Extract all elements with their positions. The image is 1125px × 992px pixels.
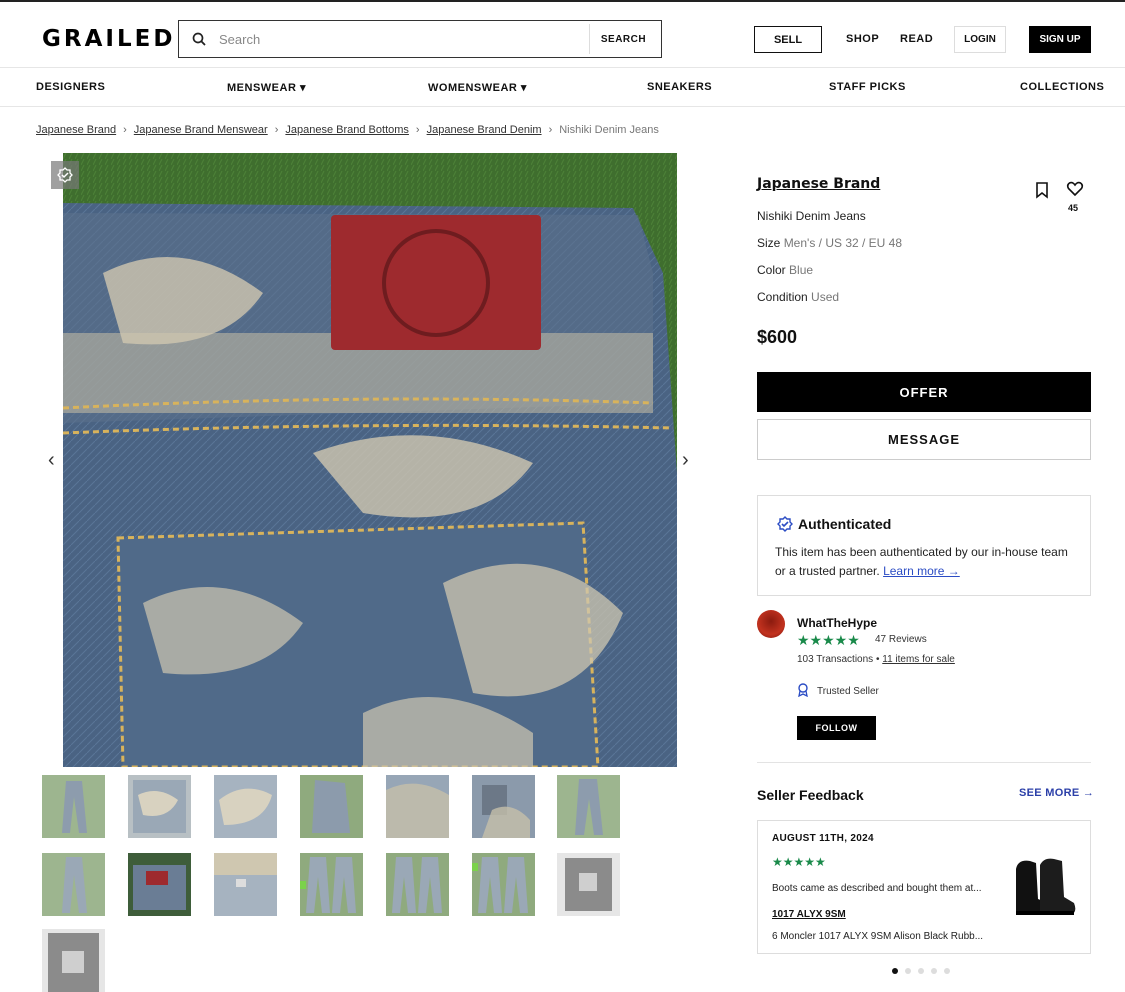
breadcrumb-current: Nishiki Denim Jeans xyxy=(559,124,659,136)
thumbnail[interactable] xyxy=(472,853,535,916)
nav-designers[interactable]: DESIGNERS xyxy=(36,81,105,93)
search-button[interactable]: SEARCH xyxy=(589,24,657,54)
thumbnail[interactable] xyxy=(214,853,277,916)
color-label: Color xyxy=(757,263,786,277)
trusted-seller-ribbon-icon xyxy=(797,683,809,700)
learn-more-link[interactable]: Learn more → xyxy=(883,564,960,578)
prev-image-arrow-icon[interactable]: ‹ xyxy=(48,449,55,472)
color-value: Blue xyxy=(789,263,814,277)
follow-button[interactable]: FOLLOW xyxy=(797,716,876,740)
authenticated-title: Authenticated xyxy=(798,516,892,532)
breadcrumb-link[interactable]: Japanese Brand xyxy=(36,124,116,136)
size-attribute: Size Men's / US 32 / EU 48 xyxy=(757,236,902,250)
feedback-item-image[interactable] xyxy=(1010,851,1080,921)
seller-feedback-title: Seller Feedback xyxy=(757,787,864,803)
bookmark-icon[interactable] xyxy=(1034,181,1050,204)
signup-button[interactable]: SIGN UP xyxy=(1029,26,1091,53)
shop-link[interactable]: SHOP xyxy=(846,33,879,45)
category-nav: DESIGNERS MENSWEAR ▾ WOMENSWEAR ▾ SNEAKE… xyxy=(0,68,1125,107)
authenticated-description: This item has been authenticated by our … xyxy=(775,543,1075,581)
seller-name[interactable]: WhatTheHype xyxy=(797,616,877,630)
breadcrumb-separator: › xyxy=(415,124,420,136)
carousel-dot[interactable] xyxy=(905,968,911,974)
thumbnail[interactable] xyxy=(300,775,363,838)
carousel-dot[interactable] xyxy=(931,968,937,974)
likes-count: 45 xyxy=(1068,203,1079,213)
feedback-rating-stars: ★★★★★ xyxy=(772,855,826,869)
message-button[interactable]: MESSAGE xyxy=(757,419,1091,460)
authenticated-badge-icon xyxy=(51,161,79,189)
color-attribute: Color Blue xyxy=(757,263,813,277)
top-header: GRAILED Search SEARCH SELL SHOP READ LOG… xyxy=(0,0,1125,68)
trusted-seller-label: Trusted Seller xyxy=(817,686,879,697)
thumbnail[interactable] xyxy=(386,853,449,916)
breadcrumb-separator: › xyxy=(274,124,279,136)
seller-avatar[interactable] xyxy=(757,610,785,638)
main-product-image[interactable] xyxy=(63,153,677,767)
nav-womenswear[interactable]: WOMENSWEAR ▾ xyxy=(428,81,527,94)
brand-link[interactable]: Japanese Brand xyxy=(757,176,880,192)
price: $600 xyxy=(757,327,798,347)
carousel-dot[interactable] xyxy=(892,968,898,974)
size-value: Men's / US 32 / EU 48 xyxy=(783,236,903,250)
nav-collections[interactable]: COLLECTIONS xyxy=(1020,81,1104,93)
search-bar[interactable]: Search SEARCH xyxy=(178,20,662,58)
thumbnail[interactable] xyxy=(42,853,105,916)
offer-button[interactable]: OFFER xyxy=(757,372,1091,412)
trusted-seller: Trusted Seller xyxy=(797,683,879,700)
carousel-dot[interactable] xyxy=(944,968,950,974)
feedback-item-description: 6 Moncler 1017 ALYX 9SM Alison Black Rub… xyxy=(772,931,984,942)
seller-reviews-count[interactable]: 47 Reviews xyxy=(875,634,927,645)
items-for-sale-link[interactable]: 11 items for sale xyxy=(882,654,955,665)
carousel-dot[interactable] xyxy=(918,968,924,974)
heart-icon[interactable] xyxy=(1066,180,1084,203)
item-name: Nishiki Denim Jeans xyxy=(757,209,866,223)
read-link[interactable]: READ xyxy=(900,33,933,45)
breadcrumb-link[interactable]: Japanese Brand Bottoms xyxy=(285,124,409,136)
authenticated-box: Authenticated This item has been authent… xyxy=(757,495,1091,596)
next-image-arrow-icon[interactable]: › xyxy=(682,449,689,472)
feedback-card[interactable]: AUGUST 11TH, 2024 ★★★★★ Boots came as de… xyxy=(757,820,1091,954)
breadcrumb-link[interactable]: Japanese Brand Menswear xyxy=(134,124,268,136)
nav-staff-picks[interactable]: STAFF PICKS xyxy=(829,81,906,93)
breadcrumb: Japanese Brand › Japanese Brand Menswear… xyxy=(36,124,659,136)
nav-sneakers[interactable]: SNEAKERS xyxy=(647,81,712,93)
thumbnail[interactable] xyxy=(128,853,191,916)
breadcrumb-separator: › xyxy=(123,124,127,136)
see-more-link[interactable]: SEE MORE → xyxy=(1019,787,1094,799)
thumbnail[interactable] xyxy=(42,775,105,838)
verified-check-icon xyxy=(777,516,793,537)
carousel-dots xyxy=(892,968,950,974)
size-label: Size xyxy=(757,236,781,250)
search-input[interactable]: Search xyxy=(219,32,589,47)
feedback-item-link[interactable]: 1017 ALYX 9SM xyxy=(772,909,846,920)
thumbnail[interactable] xyxy=(557,775,620,838)
condition-value: Used xyxy=(811,290,840,304)
thumbnail[interactable] xyxy=(214,775,277,838)
seller-rating-stars: ★★★★★ xyxy=(797,632,860,648)
bullet-separator: • xyxy=(875,654,880,665)
sell-button[interactable]: SELL xyxy=(754,26,822,53)
thumbnail[interactable] xyxy=(42,929,105,992)
feedback-date: AUGUST 11TH, 2024 xyxy=(772,833,874,844)
feedback-text: Boots came as described and bought them … xyxy=(772,883,982,894)
section-divider xyxy=(757,762,1091,763)
condition-label: Condition xyxy=(757,290,808,304)
thumbnail[interactable] xyxy=(386,775,449,838)
transactions-count: 103 Transactions xyxy=(797,654,874,665)
thumbnail[interactable] xyxy=(128,775,191,838)
search-icon xyxy=(179,32,219,46)
grailed-logo[interactable]: GRAILED xyxy=(42,26,175,52)
nav-menswear[interactable]: MENSWEAR ▾ xyxy=(227,81,306,94)
breadcrumb-link[interactable]: Japanese Brand Denim xyxy=(427,124,542,136)
thumbnail[interactable] xyxy=(472,775,535,838)
thumbnail[interactable] xyxy=(300,853,363,916)
thumbnail[interactable] xyxy=(557,853,620,916)
breadcrumb-separator: › xyxy=(548,124,553,136)
login-button[interactable]: LOGIN xyxy=(954,26,1006,53)
condition-attribute: Condition Used xyxy=(757,290,839,304)
seller-transactions: 103 Transactions • 11 items for sale xyxy=(797,654,955,665)
